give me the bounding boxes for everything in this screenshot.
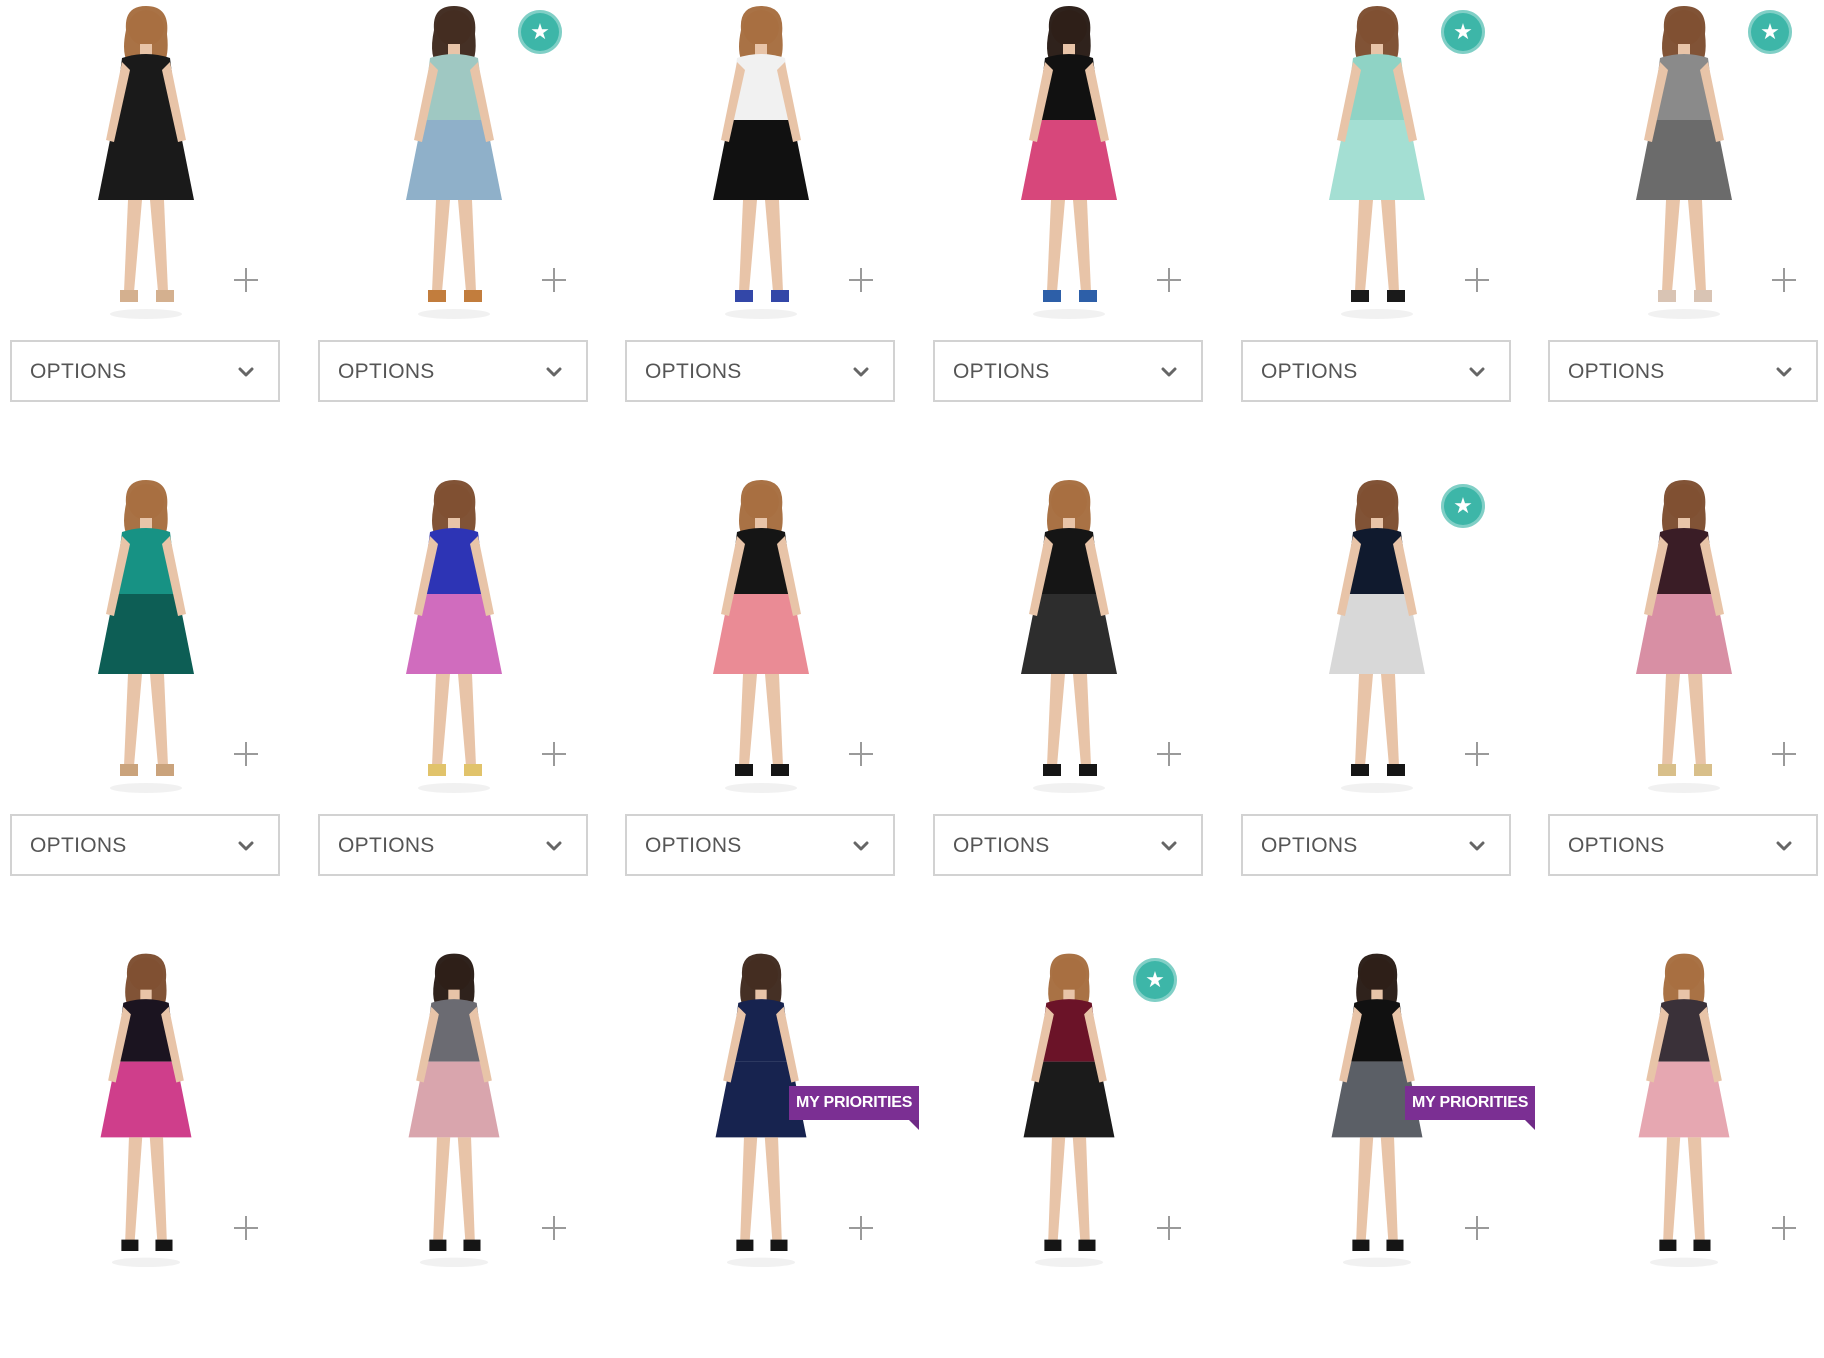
add-to-list-plus-icon[interactable] (849, 268, 873, 292)
options-dropdown[interactable]: OPTIONS (625, 340, 895, 402)
add-to-list-plus-icon[interactable] (1465, 742, 1489, 766)
add-to-list-plus-icon[interactable] (1465, 268, 1489, 292)
add-to-list-plus-icon[interactable] (849, 1216, 873, 1240)
chevron-down-icon (1469, 367, 1485, 377)
options-dropdown[interactable]: OPTIONS (933, 814, 1203, 876)
options-label: OPTIONS (30, 834, 127, 857)
product-card[interactable]: MY PRIORITIES (625, 948, 920, 1358)
my-priorities-tag: MY PRIORITIES (789, 1086, 920, 1130)
chevron-down-icon (1161, 841, 1177, 851)
product-card[interactable]: OPTIONS (933, 0, 1205, 410)
options-dropdown[interactable]: OPTIONS (318, 814, 588, 876)
product-card[interactable]: OPTIONS (625, 0, 897, 410)
product-card[interactable]: OPTIONS (1548, 474, 1820, 884)
chevron-down-icon (546, 367, 562, 377)
star-badge-icon: ★ (1748, 10, 1792, 54)
product-card[interactable]: OPTIONS (933, 474, 1205, 884)
add-to-list-plus-icon[interactable] (234, 268, 258, 292)
product-card[interactable]: ★ OPTIONS (1548, 0, 1820, 410)
add-to-list-plus-icon[interactable] (849, 742, 873, 766)
options-label: OPTIONS (338, 360, 435, 383)
product-card[interactable]: OPTIONS (625, 474, 897, 884)
product-card[interactable]: OPTIONS (10, 474, 282, 884)
star-badge-icon: ★ (1441, 10, 1485, 54)
options-dropdown[interactable]: OPTIONS (1548, 814, 1818, 876)
my-priorities-tag: MY PRIORITIES (1405, 1086, 1536, 1130)
options-label: OPTIONS (1568, 834, 1665, 857)
product-card[interactable]: ★ OPTIONS (318, 0, 590, 410)
add-to-list-plus-icon[interactable] (1157, 1216, 1181, 1240)
options-label: OPTIONS (645, 834, 742, 857)
add-to-list-plus-icon[interactable] (1465, 1216, 1489, 1240)
chevron-down-icon (1161, 367, 1177, 377)
chevron-down-icon (546, 841, 562, 851)
product-card[interactable]: ★ (933, 948, 1205, 1358)
chevron-down-icon (1776, 367, 1792, 377)
product-card[interactable] (1548, 948, 1820, 1358)
chevron-down-icon (853, 841, 869, 851)
chevron-down-icon (238, 841, 254, 851)
options-label: OPTIONS (1261, 360, 1358, 383)
options-label: OPTIONS (645, 360, 742, 383)
options-label: OPTIONS (338, 834, 435, 857)
options-dropdown[interactable]: OPTIONS (1241, 340, 1511, 402)
options-label: OPTIONS (953, 834, 1050, 857)
add-to-list-plus-icon[interactable] (234, 1216, 258, 1240)
chevron-down-icon (1469, 841, 1485, 851)
product-grid: OPTIONS ★ OPTIONS OPTIONS OPTIONS ★ OPTI… (0, 0, 1824, 1268)
options-dropdown[interactable]: OPTIONS (625, 814, 895, 876)
options-dropdown[interactable]: OPTIONS (1241, 814, 1511, 876)
product-card[interactable]: MY PRIORITIES (1241, 948, 1536, 1358)
options-label: OPTIONS (30, 360, 127, 383)
add-to-list-plus-icon[interactable] (542, 742, 566, 766)
add-to-list-plus-icon[interactable] (1772, 742, 1796, 766)
options-dropdown[interactable]: OPTIONS (10, 340, 280, 402)
add-to-list-plus-icon[interactable] (542, 268, 566, 292)
product-card[interactable]: OPTIONS (318, 474, 590, 884)
star-badge-icon: ★ (1133, 958, 1177, 1002)
add-to-list-plus-icon[interactable] (1157, 268, 1181, 292)
star-badge-icon: ★ (518, 10, 562, 54)
product-card[interactable]: OPTIONS (10, 0, 282, 410)
options-label: OPTIONS (1261, 834, 1358, 857)
product-card[interactable] (318, 948, 590, 1358)
options-dropdown[interactable]: OPTIONS (1548, 340, 1818, 402)
add-to-list-plus-icon[interactable] (1157, 742, 1181, 766)
chevron-down-icon (853, 367, 869, 377)
add-to-list-plus-icon[interactable] (1772, 1216, 1796, 1240)
product-card[interactable]: ★ OPTIONS (1241, 474, 1513, 884)
options-label: OPTIONS (953, 360, 1050, 383)
chevron-down-icon (238, 367, 254, 377)
product-card[interactable] (10, 948, 282, 1358)
star-badge-icon: ★ (1441, 484, 1485, 528)
options-dropdown[interactable]: OPTIONS (10, 814, 280, 876)
chevron-down-icon (1776, 841, 1792, 851)
options-dropdown[interactable]: OPTIONS (318, 340, 588, 402)
options-dropdown[interactable]: OPTIONS (933, 340, 1203, 402)
add-to-list-plus-icon[interactable] (1772, 268, 1796, 292)
options-label: OPTIONS (1568, 360, 1665, 383)
add-to-list-plus-icon[interactable] (234, 742, 258, 766)
product-card[interactable]: ★ OPTIONS (1241, 0, 1513, 410)
add-to-list-plus-icon[interactable] (542, 1216, 566, 1240)
